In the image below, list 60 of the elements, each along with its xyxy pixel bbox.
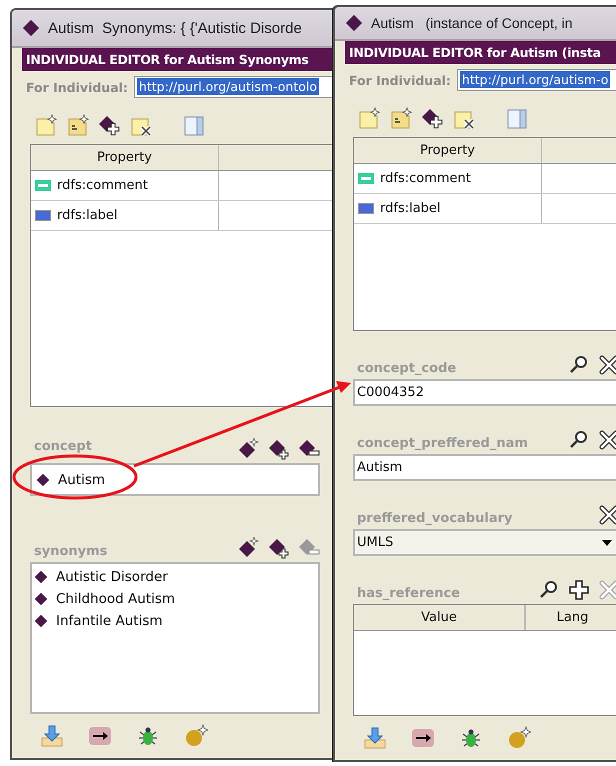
- add-icon[interactable]: [568, 579, 590, 601]
- arrow-box-icon[interactable]: [88, 724, 112, 748]
- new-object-icon[interactable]: [507, 726, 531, 750]
- uri-field[interactable]: http://purl.org/autism-ontolo: [134, 76, 333, 98]
- add-instance-icon[interactable]: [268, 537, 290, 559]
- close-icon[interactable]: [598, 429, 616, 451]
- document-note-icon[interactable]: [389, 107, 413, 131]
- diamond-icon: [36, 472, 50, 486]
- instance-name[interactable]: Autism: [58, 472, 106, 488]
- instance-name[interactable]: Childhood Autism: [56, 591, 176, 607]
- slot-label: concept_code: [356, 361, 456, 378]
- instance-field[interactable]: Autism: [30, 463, 320, 496]
- label-property-icon: [358, 203, 374, 214]
- new-object-icon[interactable]: [184, 724, 208, 748]
- vocabulary-dropdown[interactable]: UMLS: [353, 529, 616, 556]
- instance-list[interactable]: Autistic Disorder Childhood Autism Infantile Autism: [30, 562, 320, 714]
- text-field[interactable]: C0004352: [353, 379, 616, 406]
- property-name: rdfs:label: [57, 208, 118, 223]
- diamond-icon: [34, 570, 48, 584]
- annotation-property-icon: [35, 180, 51, 191]
- slot-label: synonyms: [33, 544, 108, 561]
- slot-label: has_reference: [356, 586, 460, 603]
- new-note-icon[interactable]: [34, 114, 58, 138]
- slot-label: concept: [33, 439, 92, 456]
- editor-header: INDIVIDUAL EDITOR for Autism Synonyms: [22, 48, 333, 71]
- close-icon[interactable]: [598, 504, 616, 526]
- document-note-icon[interactable]: [66, 114, 90, 138]
- new-note-icon[interactable]: [357, 107, 381, 131]
- create-instance-icon[interactable]: [238, 438, 260, 460]
- field-label: For Individual:: [349, 72, 451, 88]
- slot-label: concept_preffered_nam: [356, 436, 528, 453]
- add-instance-icon[interactable]: [98, 114, 122, 138]
- property-name: rdfs:label: [380, 201, 441, 216]
- text-field[interactable]: Autism: [353, 454, 616, 481]
- instance-name[interactable]: Autistic Disorder: [56, 569, 168, 585]
- diamond-icon: [34, 614, 48, 628]
- property-name: rdfs:comment: [57, 178, 148, 193]
- arrow-box-icon[interactable]: [411, 726, 435, 750]
- window-title: Autism Synonyms: { {'Autistic Disorde: [48, 20, 302, 36]
- caret-icon: [602, 540, 612, 546]
- slot-label: preffered_vocabulary: [356, 511, 512, 528]
- create-instance-icon[interactable]: [238, 537, 260, 559]
- window-title: Autism (instance of Concept, in: [371, 15, 573, 31]
- add-instance-icon[interactable]: [268, 438, 290, 460]
- diamond-icon: [22, 19, 40, 37]
- annotation-property-icon: [358, 173, 374, 184]
- diamond-icon: [34, 592, 48, 606]
- column-header[interactable]: Lang: [526, 605, 616, 630]
- close-icon[interactable]: [598, 354, 616, 376]
- property-name: rdfs:comment: [380, 171, 471, 186]
- label-property-icon: [35, 210, 51, 221]
- import-icon[interactable]: [363, 726, 387, 750]
- editor-header: INDIVIDUAL EDITOR for Autism (insta: [345, 41, 616, 64]
- column-header[interactable]: Value: [354, 605, 526, 630]
- import-icon[interactable]: [40, 724, 64, 748]
- add-instance-icon[interactable]: [421, 107, 445, 131]
- uri-field[interactable]: http://purl.org/autism-o: [456, 69, 616, 91]
- instance-name[interactable]: Infantile Autism: [56, 613, 163, 629]
- field-label: For Individual:: [26, 80, 128, 94]
- diamond-icon: [345, 14, 363, 32]
